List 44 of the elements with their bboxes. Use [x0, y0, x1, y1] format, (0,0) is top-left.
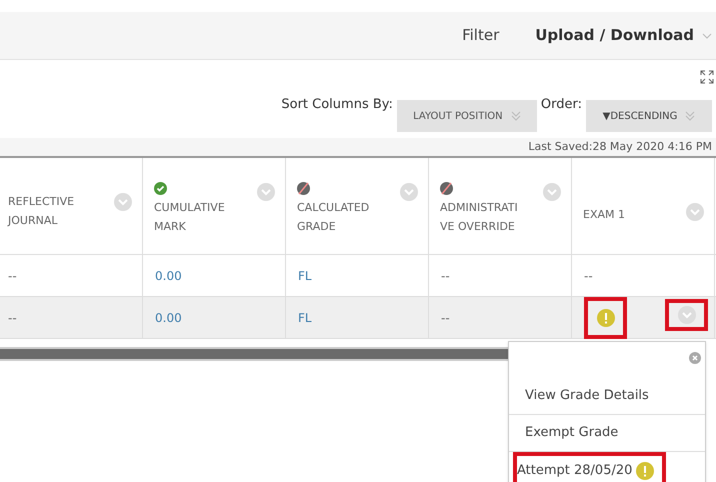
- column-header[interactable]: CUMULATIVE MARK: [143, 158, 286, 254]
- table-cell-text: --: [441, 310, 450, 326]
- column-title: CUMULATIVE MARK: [154, 200, 226, 235]
- menu-item[interactable]: Exempt Grade: [513, 414, 618, 452]
- table-cell-text: --: [8, 268, 17, 284]
- column-title: REFLECTIVE JOURNAL: [8, 194, 76, 229]
- double-chevron-icon: [510, 111, 521, 121]
- chevron-icon[interactable]: [400, 183, 418, 201]
- double-chevron-icon: [685, 111, 696, 121]
- expand-icon[interactable]: [700, 70, 714, 84]
- order-dropdown[interactable]: ▼DESCENDING: [586, 100, 712, 132]
- close-icon[interactable]: [689, 352, 701, 364]
- table-cell-text: --: [441, 268, 450, 284]
- column-header[interactable]: REFLECTIVE JOURNAL: [0, 158, 143, 254]
- last-saved-text: Last Saved:28 May 2020 4:16 PM: [528, 138, 712, 155]
- caret-icon: [702, 32, 712, 40]
- table-cell-text: --: [584, 268, 593, 284]
- grade-link[interactable]: 0.00: [155, 266, 182, 284]
- grade-link[interactable]: 0.00: [155, 308, 182, 326]
- warning-icon: [636, 462, 654, 480]
- order-label: Order:: [540, 96, 582, 114]
- column-header[interactable]: CALCULATED GRADE: [286, 158, 429, 254]
- table-row[interactable]: -- 0.00 FL --: [0, 297, 716, 339]
- menu-item[interactable]: View Grade Details: [513, 378, 649, 414]
- sort-dropdown[interactable]: LAYOUT POSITION: [396, 100, 537, 132]
- chevron-icon[interactable]: [543, 183, 561, 201]
- table-row[interactable]: -- 0.00 FL -- --: [0, 255, 716, 297]
- grade-link[interactable]: FL: [298, 308, 312, 326]
- chevron-icon[interactable]: [686, 203, 704, 221]
- menu-trigger-frame[interactable]: [665, 299, 708, 331]
- column-title: CALCULATED GRADE: [297, 200, 370, 235]
- grade-link[interactable]: FL: [298, 266, 312, 284]
- warning-icon: [596, 308, 614, 326]
- sort-label: Sort Columns By:: [281, 96, 393, 114]
- filter-link[interactable]: Filter: [462, 24, 500, 47]
- column-title: ADMINISTRATI VE OVERRIDE: [440, 200, 519, 235]
- column-header[interactable]: ADMINISTRATI VE OVERRIDE: [429, 158, 572, 254]
- chevron-icon[interactable]: [257, 183, 275, 201]
- column-title: EXAM 1: [583, 206, 626, 222]
- table-cell-text: --: [8, 310, 17, 326]
- chevron-icon[interactable]: [114, 193, 132, 211]
- column-header[interactable]: EXAM 1: [572, 158, 715, 254]
- menu-item[interactable]: Attempt 28/05/20: [513, 452, 666, 482]
- upload-download-menu[interactable]: Upload / Download: [535, 24, 712, 47]
